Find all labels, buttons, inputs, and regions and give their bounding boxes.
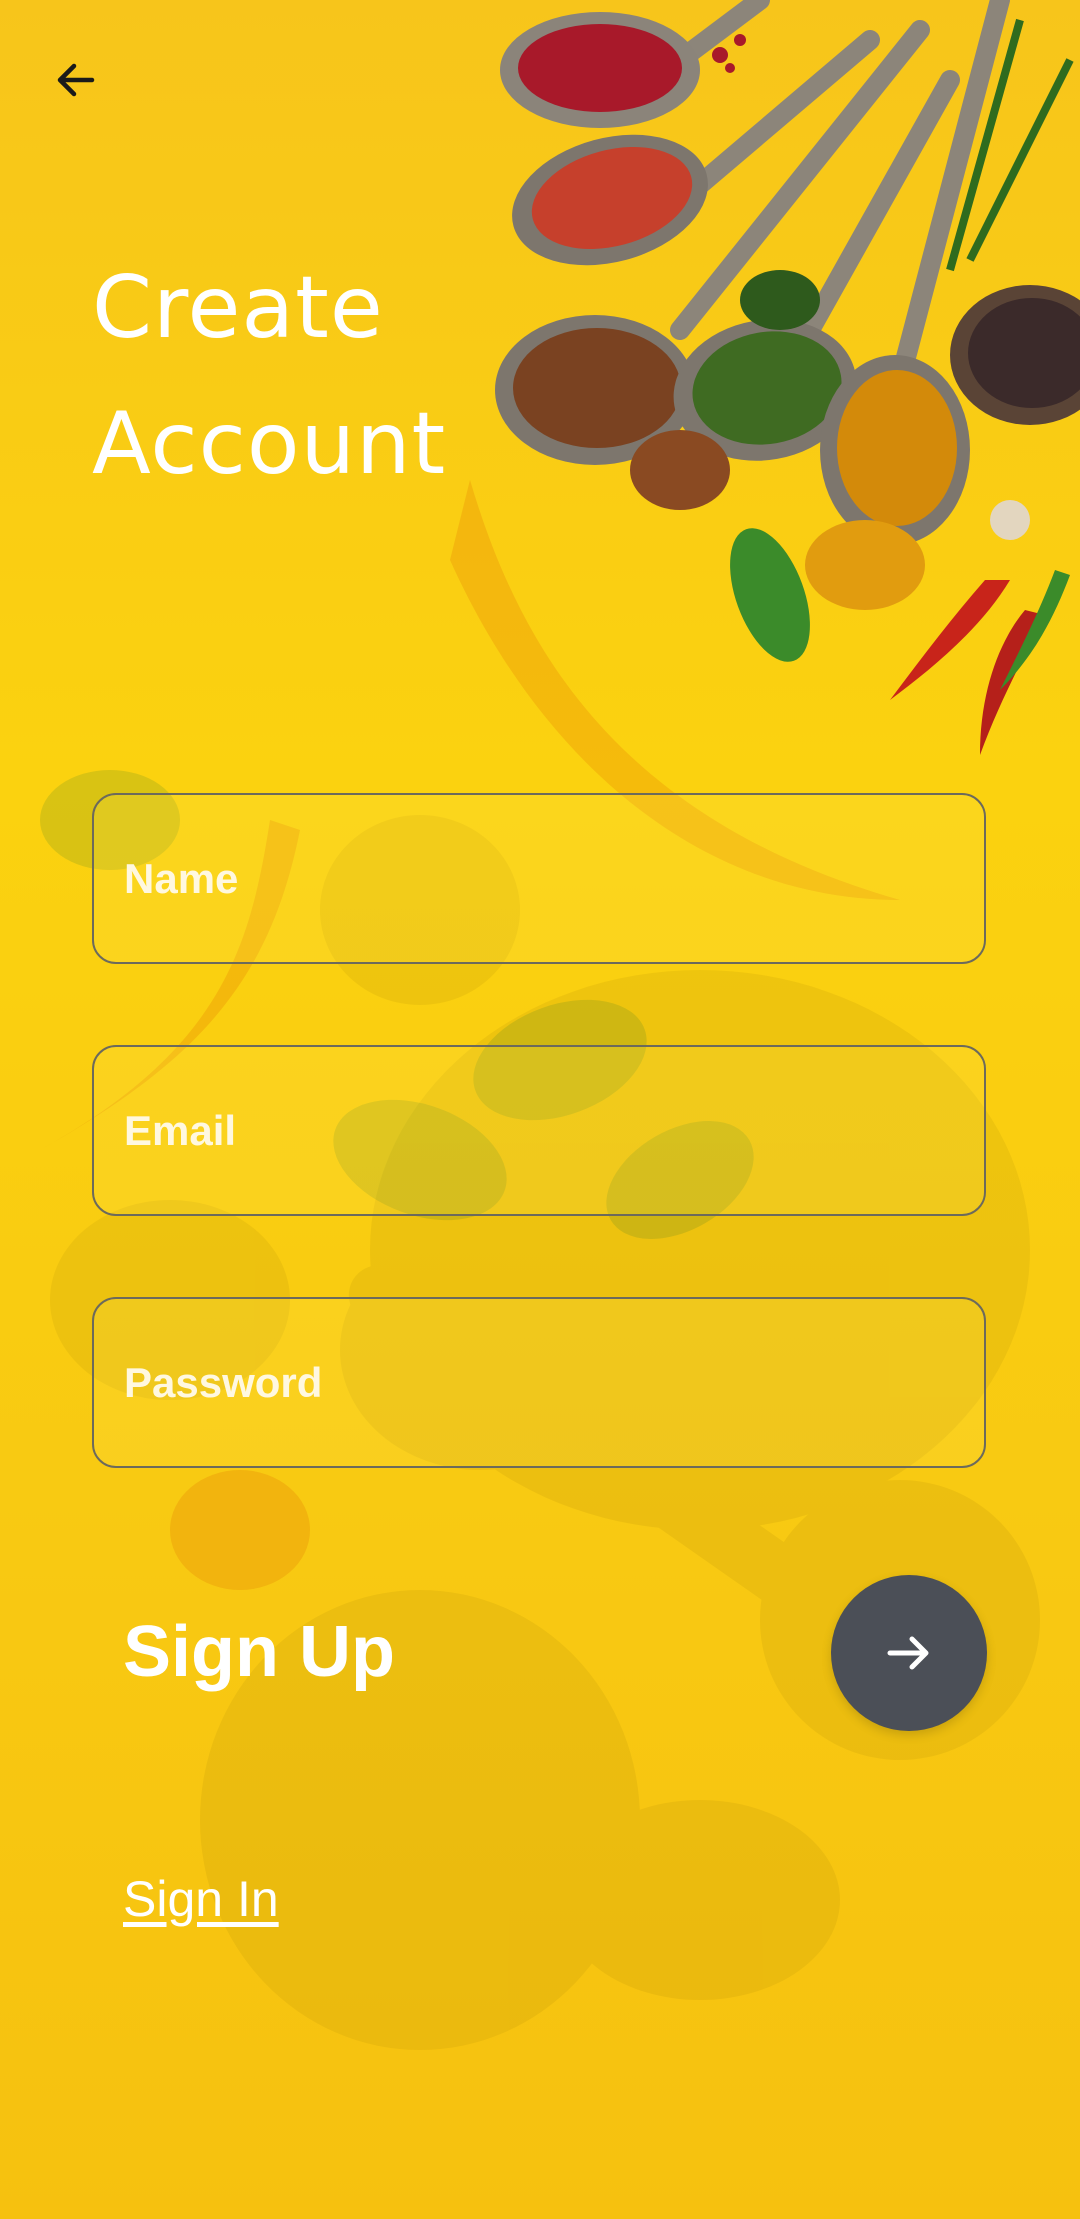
password-input[interactable] [94, 1299, 984, 1466]
name-input[interactable] [94, 795, 984, 962]
arrow-right-icon [887, 1636, 929, 1670]
page-title: Create Account [92, 258, 447, 494]
email-field-container [92, 1045, 986, 1216]
email-input[interactable] [94, 1047, 984, 1214]
name-field-container [92, 793, 986, 964]
create-account-screen: Create Account Sign Up Sign In [0, 0, 1080, 2219]
back-button[interactable] [40, 44, 112, 116]
signup-button[interactable] [831, 1575, 987, 1731]
password-field-container [92, 1297, 986, 1468]
arrow-left-icon [57, 63, 95, 97]
signup-label: Sign Up [123, 1612, 395, 1692]
signin-link[interactable]: Sign In [123, 1870, 279, 1928]
